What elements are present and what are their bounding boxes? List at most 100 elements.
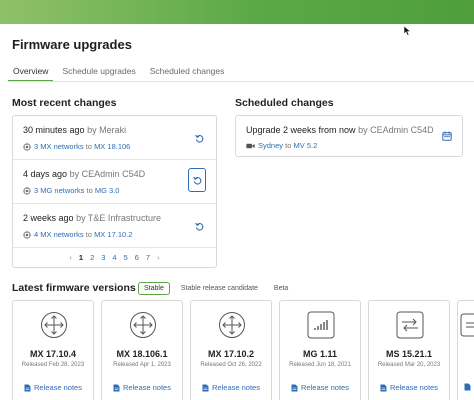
change-networks-link[interactable]: 4 MX networks: [34, 230, 84, 239]
scheduled-version-link[interactable]: MV 5.2: [293, 141, 317, 150]
change-time: 2 weeks ago: [23, 213, 74, 223]
tab-stable-release-candidate[interactable]: Stable release candidate: [176, 283, 263, 294]
tab-stable[interactable]: Stable: [138, 282, 170, 295]
change-time: 30 minutes ago: [23, 125, 85, 135]
tab-schedule-upgrades[interactable]: Schedule upgrades: [57, 63, 140, 82]
pagination-page[interactable]: 5: [124, 253, 128, 262]
change-time: 4 days ago: [23, 169, 68, 179]
network-icon: [23, 230, 31, 239]
firmware-release-date: Released Jun 18, 2021: [289, 362, 351, 368]
tab-bar: Overview Schedule upgrades Scheduled cha…: [8, 63, 233, 82]
device-icon: [460, 313, 474, 337]
firmware-card: MS 15.21.1 Released Mar 20, 2023 Release…: [368, 300, 450, 400]
camera-icon: [246, 143, 255, 148]
firmware-card: MG 1.11 Released Jun 18, 2021 Release no…: [279, 300, 361, 400]
firmware-version: MX 17.10.2: [207, 349, 255, 359]
pagination-page[interactable]: 4: [112, 253, 116, 262]
change-author: Meraki: [99, 125, 127, 135]
scheduled-change-by: by: [358, 125, 368, 135]
pagination-prev[interactable]: ‹: [69, 253, 72, 262]
network-icon: [23, 142, 31, 151]
release-notes-label: Release notes: [390, 383, 438, 392]
network-icon: [23, 186, 31, 195]
router-icon: [130, 312, 156, 338]
release-notes-label: Release notes: [123, 383, 171, 392]
firmware-version: MX 18.106.1: [116, 349, 168, 359]
document-icon: [464, 383, 471, 391]
recent-changes-card: 30 minutes ago by Meraki 3 MX networks t…: [12, 115, 217, 268]
document-icon: [24, 384, 31, 391]
calendar-icon[interactable]: [442, 131, 452, 141]
tab-beta[interactable]: Beta: [269, 283, 293, 294]
recent-changes-title: Most recent changes: [12, 97, 117, 109]
scheduled-change-card: Upgrade 2 weeks from now by CEAdmin C54D…: [235, 115, 463, 157]
change-version-link[interactable]: MX 18.106: [94, 142, 130, 151]
scheduled-change-author: CEAdmin C54D: [370, 125, 434, 135]
pagination-page[interactable]: 6: [135, 253, 139, 262]
rollback-button[interactable]: [192, 219, 206, 233]
firmware-version: MX 17.10.4: [29, 349, 77, 359]
pagination-page[interactable]: 3: [101, 253, 105, 262]
change-by: by: [76, 213, 86, 223]
switch-icon: [396, 311, 424, 339]
scheduled-to: to: [285, 141, 292, 150]
pagination-page[interactable]: 1: [79, 253, 83, 262]
release-notes-label: Release notes: [34, 383, 82, 392]
pagination-next[interactable]: ›: [157, 253, 160, 262]
firmware-card: MX 17.10.4 Released Feb 28, 2023 Release…: [12, 300, 94, 400]
signal-bars-icon: [307, 311, 335, 339]
release-notes-label: Release notes: [301, 383, 349, 392]
rollback-button[interactable]: [188, 168, 206, 192]
release-notes-link[interactable]: Release notes: [13, 383, 93, 392]
pagination-page[interactable]: 7: [146, 253, 150, 262]
release-notes-link[interactable]: Release notes: [369, 383, 449, 392]
change-networks-link[interactable]: 3 MX networks: [34, 142, 84, 151]
top-banner: [0, 0, 474, 24]
document-icon: [113, 384, 120, 391]
router-icon: [219, 312, 245, 338]
pagination: ‹ 1 2 3 4 5 6 7 ›: [13, 250, 216, 264]
firmware-card: MX 17.10.2 Released Oct 26, 2022 Release…: [190, 300, 272, 400]
change-author: CEAdmin C54D: [81, 169, 146, 179]
change-row: 4 days ago by CEAdmin C54D 3 MG networks…: [13, 160, 216, 204]
mouse-cursor-icon: [404, 26, 412, 36]
scheduled-network-link[interactable]: Sydney: [258, 141, 283, 150]
rollback-icon: [192, 176, 201, 185]
firmware-release-date: Released Apr 1, 2023: [113, 362, 171, 368]
change-networks-link[interactable]: 3 MG networks: [34, 186, 84, 195]
release-channel-tabs: Stable Stable release candidate Beta: [138, 282, 299, 295]
release-notes-link[interactable]: Release notes: [280, 383, 360, 392]
pagination-page[interactable]: 2: [90, 253, 94, 262]
change-to: to: [85, 142, 92, 151]
rollback-icon: [194, 222, 203, 231]
rollback-button[interactable]: [192, 131, 206, 145]
change-version-link[interactable]: MG 3.0: [95, 186, 120, 195]
firmware-release-date: Released Feb 28, 2023: [21, 362, 85, 368]
document-icon: [291, 384, 298, 391]
change-by: by: [87, 125, 97, 135]
firmware-version: MS 15.21.1: [385, 349, 433, 359]
latest-firmware-title: Latest firmware versions: [12, 282, 136, 294]
firmware-release-date: Released Mar 20, 2023: [377, 362, 441, 368]
document-icon: [202, 384, 209, 391]
page-title: Firmware upgrades: [12, 37, 132, 52]
change-row: 30 minutes ago by Meraki 3 MX networks t…: [13, 116, 216, 160]
document-icon: [380, 384, 387, 391]
tab-divider: [8, 81, 474, 82]
firmware-card: MX 18.106.1 Released Apr 1, 2023 Release…: [101, 300, 183, 400]
firmware-release-date: Released Oct 26, 2022: [200, 362, 262, 368]
change-by: by: [69, 169, 80, 179]
tab-scheduled-changes[interactable]: Scheduled changes: [145, 63, 230, 82]
rollback-icon: [194, 134, 203, 143]
release-notes-link[interactable]: Release notes: [191, 383, 271, 392]
firmware-version: MG 1.11: [302, 349, 338, 359]
change-to: to: [85, 230, 92, 239]
change-row: 2 weeks ago by T&E Infrastructure 4 MX n…: [13, 204, 216, 248]
change-author: T&E Infrastructure: [87, 213, 161, 223]
release-notes-link[interactable]: Release notes: [102, 383, 182, 392]
change-version-link[interactable]: MX 17.10.2: [94, 230, 132, 239]
scheduled-changes-title: Scheduled changes: [235, 97, 334, 109]
change-to: to: [86, 186, 93, 195]
router-icon: [41, 312, 67, 338]
tab-overview[interactable]: Overview: [8, 63, 54, 82]
